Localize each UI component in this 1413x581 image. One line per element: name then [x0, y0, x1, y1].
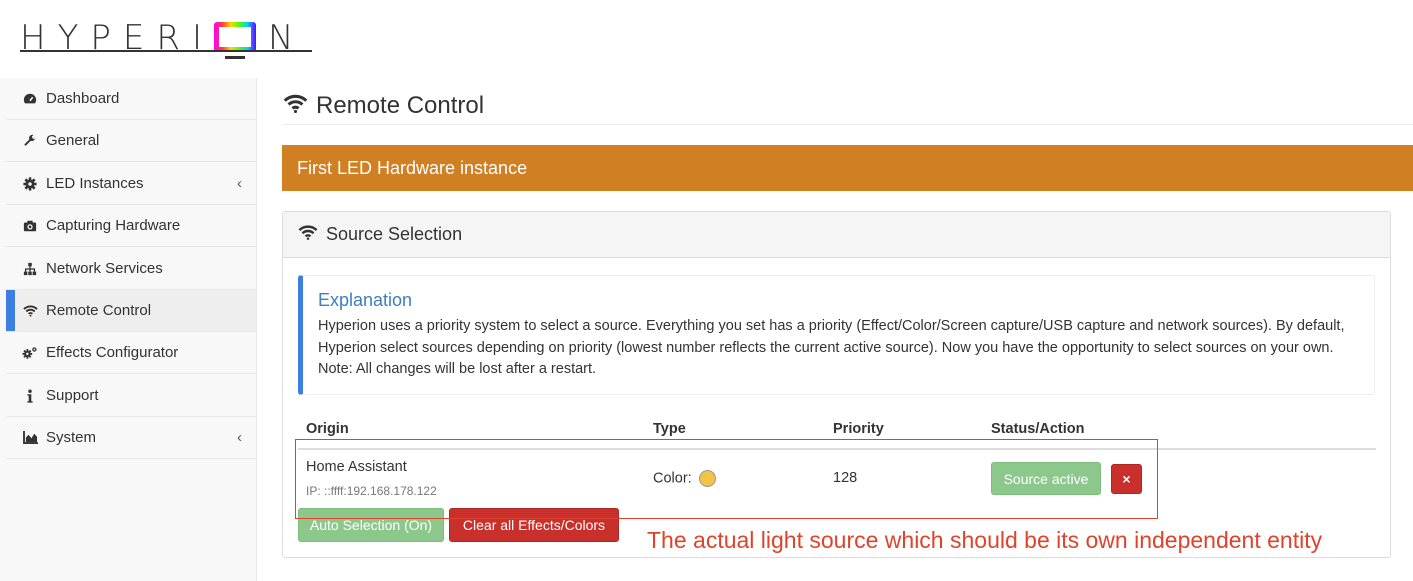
- type-cell: Color:: [653, 470, 716, 487]
- origin-ip: IP: ::ffff:192.168.178.122: [306, 484, 437, 498]
- sidebar-item-network-services[interactable]: Network Services: [6, 248, 256, 290]
- sidebar-item-general[interactable]: General: [6, 120, 256, 162]
- column-header-type: Type: [653, 421, 686, 437]
- sidebar-item-label: General: [46, 132, 100, 149]
- sidebar-item-label: Capturing Hardware: [46, 217, 181, 234]
- sidebar: Dashboard General LED Instances ‹ Captur…: [0, 78, 257, 581]
- sidebar-item-label: Support: [46, 387, 99, 404]
- column-header-priority: Priority: [833, 421, 884, 437]
- wifi-icon: [22, 303, 38, 319]
- sidebar-item-support[interactable]: Support: [6, 375, 256, 417]
- cogs-icon: [22, 345, 38, 361]
- clear-all-button[interactable]: Clear all Effects/Colors: [449, 508, 619, 542]
- explanation-text: Hyperion uses a priority system to selec…: [318, 318, 1345, 377]
- wrench-icon: [22, 133, 38, 149]
- panel-heading: Source Selection: [283, 212, 1390, 258]
- camera-icon: [22, 218, 38, 234]
- sidebar-item-led-instances[interactable]: LED Instances ‹: [6, 163, 256, 205]
- page-title: Remote Control: [283, 86, 484, 126]
- auto-selection-button[interactable]: Auto Selection (On): [298, 508, 444, 542]
- panel-title: Source Selection: [326, 224, 463, 244]
- annotation-text: The actual light source which should be …: [647, 527, 1323, 553]
- sidebar-item-label: LED Instances: [46, 175, 144, 192]
- cog-icon: [22, 176, 38, 192]
- remove-source-button[interactable]: ×: [1111, 464, 1142, 494]
- explanation-callout: Explanation Hyperion uses a priority sys…: [298, 275, 1375, 395]
- sidebar-item-system[interactable]: System ‹: [6, 417, 256, 459]
- chevron-left-icon[interactable]: ‹: [237, 175, 242, 192]
- sitemap-icon: [22, 261, 38, 277]
- instance-banner: First LED Hardware instance: [282, 145, 1413, 191]
- table-header-divider: [298, 448, 1376, 450]
- instance-name: First LED Hardware instance: [297, 157, 528, 178]
- dashboard-icon: [22, 91, 38, 107]
- type-label: Color:: [653, 470, 692, 487]
- source-selection-panel: Source Selection Explanation Hyperion us…: [282, 211, 1391, 558]
- sidebar-item-capturing-hardware[interactable]: Capturing Hardware: [6, 205, 256, 247]
- title-divider: [283, 124, 1413, 125]
- info-icon: [22, 388, 38, 404]
- explanation-title: Explanation: [318, 290, 413, 310]
- area-chart-icon: [22, 430, 38, 446]
- origin-name: Home Assistant: [306, 459, 407, 475]
- sidebar-item-dashboard[interactable]: Dashboard: [6, 78, 256, 120]
- wifi-icon: [298, 224, 318, 245]
- sidebar-item-label: Network Services: [46, 260, 163, 277]
- sidebar-item-label: Dashboard: [46, 90, 120, 107]
- color-swatch: [698, 470, 716, 487]
- source-active-button[interactable]: Source active: [991, 462, 1101, 495]
- tv-screen-icon: [214, 22, 256, 59]
- sidebar-item-effects-configurator[interactable]: Effects Configurator: [6, 332, 256, 374]
- logo-underline: [20, 50, 312, 52]
- page-title-text: Remote Control: [316, 92, 485, 119]
- wifi-icon: [283, 92, 308, 120]
- sidebar-item-label: Remote Control: [46, 302, 152, 319]
- sidebar-item-remote-control[interactable]: Remote Control: [6, 290, 256, 332]
- priority-value: 128: [833, 470, 858, 486]
- sidebar-item-label: Effects Configurator: [46, 344, 179, 361]
- column-header-status: Status/Action: [991, 421, 1085, 437]
- chevron-left-icon[interactable]: ‹: [237, 429, 242, 446]
- column-header-origin: Origin: [306, 421, 349, 437]
- sidebar-item-label: System: [46, 429, 97, 446]
